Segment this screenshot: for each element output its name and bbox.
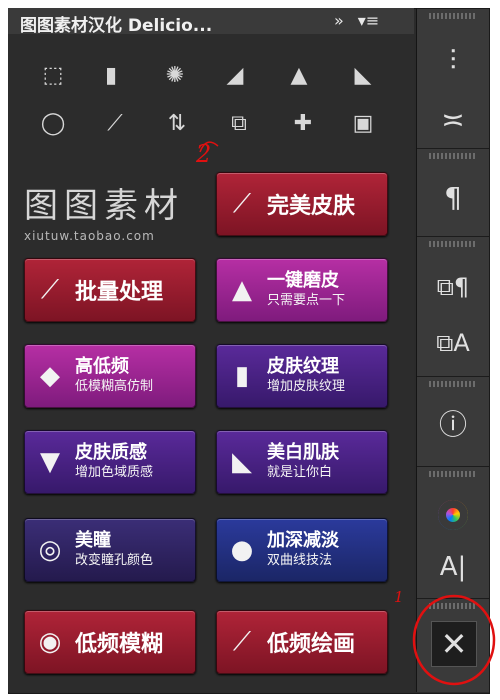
annotation-circle — [199, 141, 496, 686]
